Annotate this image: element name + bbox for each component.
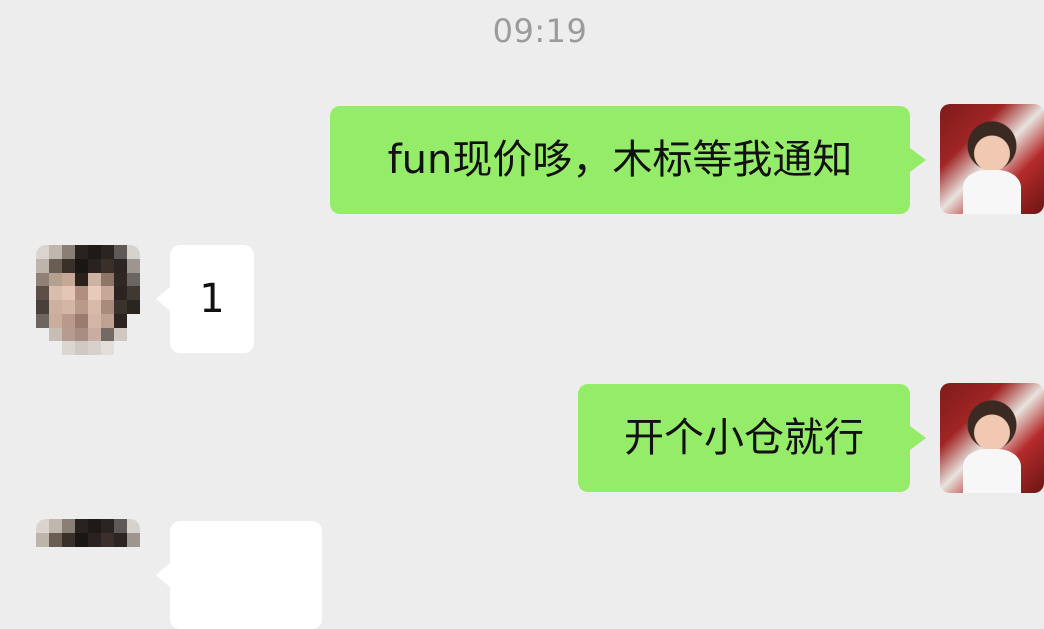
incoming-message-bubble[interactable]: 1 [156, 245, 254, 353]
outgoing-message-bubble[interactable]: fun现价哆，木标等我通知 [330, 106, 926, 214]
contact-avatar[interactable] [36, 245, 140, 355]
message-text: 1 [199, 276, 225, 322]
message-timestamp: 09:19 [492, 12, 588, 50]
my-avatar[interactable] [940, 383, 1044, 493]
my-avatar[interactable] [940, 104, 1044, 214]
pixelated-avatar-image [36, 519, 140, 629]
message-text: fun现价哆，木标等我通知 [387, 137, 853, 183]
message-text: 开个小仓就行 [624, 415, 864, 461]
pixelated-avatar-image [36, 245, 140, 355]
incoming-message-bubble[interactable] [156, 521, 322, 629]
outgoing-message-bubble[interactable]: 开个小仓就行 [578, 384, 926, 492]
contact-avatar[interactable] [36, 519, 140, 629]
